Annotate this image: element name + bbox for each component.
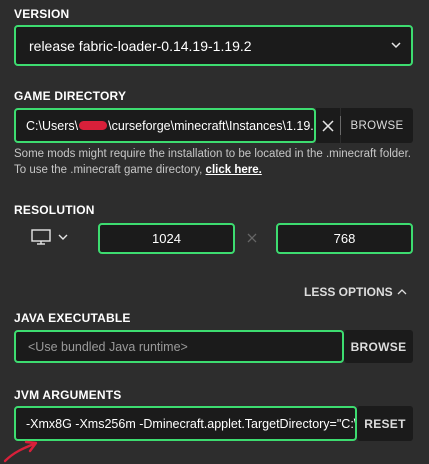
- less-options-toggle[interactable]: LESS OPTIONS: [304, 284, 414, 300]
- game-directory-input[interactable]: C:\Users\ \curseforge\minecraft\Instances…: [14, 108, 316, 143]
- browse-java-button[interactable]: BROWSE: [344, 330, 413, 363]
- close-icon: [322, 119, 334, 132]
- redaction-mark: [79, 121, 108, 130]
- resolution-width-input[interactable]: 1024: [98, 223, 235, 254]
- jvm-arguments-input[interactable]: -Xmx8G -Xms256m -Dminecraft.applet.Targe…: [14, 406, 357, 441]
- chevron-up-icon: [397, 289, 407, 295]
- version-selected-value: release fabric-loader-0.14.19-1.19.2: [29, 37, 252, 54]
- monitor-icon: [31, 228, 51, 245]
- version-dropdown[interactable]: release fabric-loader-0.14.19-1.19.2: [14, 25, 413, 66]
- annotation-arrow-icon: [3, 440, 38, 463]
- resolution-label: RESOLUTION: [14, 203, 95, 217]
- settings-panel: VERSION release fabric-loader-0.14.19-1.…: [0, 0, 429, 464]
- reset-jvm-button[interactable]: RESET: [357, 406, 413, 441]
- java-executable-label: JAVA EXECUTABLE: [14, 311, 131, 325]
- java-executable-input[interactable]: <Use bundled Java runtime>: [14, 330, 344, 363]
- game-directory-label: GAME DIRECTORY: [14, 89, 127, 103]
- game-directory-value-prefix: C:\Users\: [26, 118, 79, 133]
- version-label: VERSION: [14, 7, 70, 21]
- clear-directory-button[interactable]: [316, 108, 340, 143]
- chevron-down-icon: [391, 42, 401, 49]
- browse-directory-button[interactable]: BROWSE: [341, 108, 413, 143]
- times-icon: [247, 233, 257, 243]
- jvm-arguments-label: JVM ARGUMENTS: [14, 388, 122, 402]
- click-here-link[interactable]: click here.: [206, 164, 262, 176]
- directory-note: Some mods might require the installation…: [14, 146, 418, 178]
- less-options-label: LESS OPTIONS: [304, 285, 393, 299]
- resolution-preset-dropdown[interactable]: [31, 226, 76, 248]
- resolution-height-input[interactable]: 768: [276, 223, 413, 254]
- game-directory-value-suffix: \curseforge\minecraft\Instances\1.19.: [108, 118, 314, 133]
- chevron-down-icon: [58, 234, 68, 240]
